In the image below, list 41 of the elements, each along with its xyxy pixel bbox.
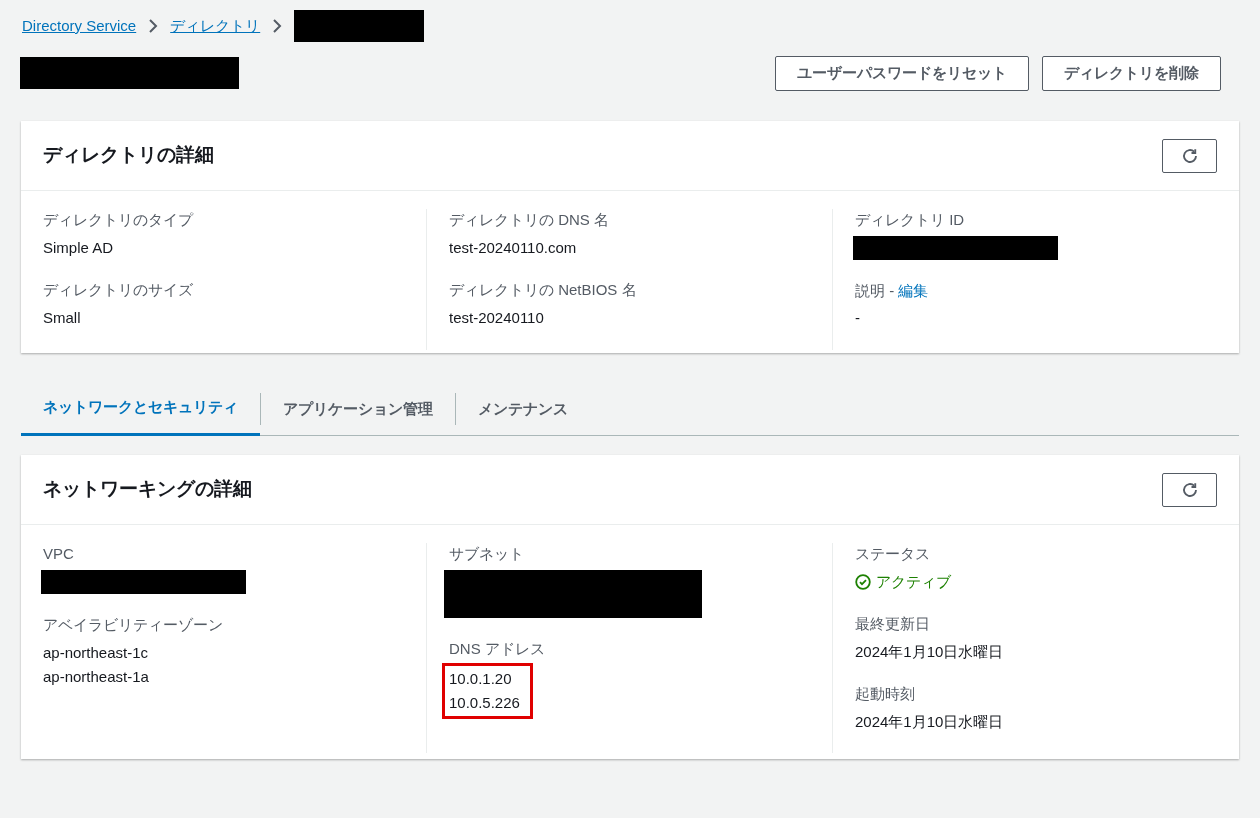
card-title: ディレクトリの詳細 <box>43 143 214 168</box>
breadcrumb-link[interactable]: Directory Service <box>22 14 137 38</box>
field-value: ap-northeast-1c <box>43 643 150 663</box>
field-label: ディレクトリ ID <box>855 210 965 230</box>
field-label: 起動時刻 <box>855 684 915 704</box>
tab[interactable]: ネットワークとセキュリティ <box>21 382 260 436</box>
chevron-right-icon <box>148 19 159 33</box>
field-value: - <box>855 308 861 328</box>
field-label: ディレクトリのサイズ <box>43 280 193 300</box>
refresh-button[interactable] <box>1162 138 1217 173</box>
tab[interactable]: アプリケーション管理 <box>261 382 455 436</box>
refresh-icon <box>1180 480 1199 499</box>
field-label: 最終更新日 <box>855 614 930 634</box>
field-value: test-20240110 <box>449 307 545 328</box>
field-value: 10.0.5.226 <box>449 693 520 713</box>
field-label: DNS アドレス <box>449 638 545 659</box>
field-label: ディレクトリのタイプ <box>43 210 193 230</box>
card-title: ネットワーキングの詳細 <box>43 477 252 502</box>
status-text: アクティブ <box>876 571 951 592</box>
field-value: Small <box>43 307 82 328</box>
tab[interactable]: メンテナンス <box>456 382 590 436</box>
field-label: 説明 - <box>855 280 895 301</box>
field-label: ステータス <box>855 544 930 564</box>
field-value: test-20240110.com <box>449 237 578 258</box>
field-label: ディレクトリの NetBIOS 名 <box>449 280 637 300</box>
field-label: ディレクトリの DNS 名 <box>449 210 609 230</box>
field-label: VPC <box>43 544 74 564</box>
field-value: 10.0.1.20 <box>449 669 513 689</box>
edit-link[interactable]: 編集 <box>898 279 929 302</box>
field-value: ap-northeast-1a <box>43 667 150 687</box>
refresh-button[interactable] <box>1162 472 1217 507</box>
field-value: 2024年1月10日水曜日 <box>855 711 1005 732</box>
refresh-icon <box>1180 146 1199 165</box>
action-button[interactable]: ディレクトリを削除 <box>1042 55 1221 91</box>
field-value: 2024年1月10日水曜日 <box>855 641 1005 662</box>
action-button[interactable]: ユーザーパスワードをリセット <box>775 55 1029 91</box>
chevron-right-icon <box>272 19 283 33</box>
field-value: Simple AD <box>43 237 115 258</box>
field-label: サブネット <box>449 544 524 564</box>
field-label: アベイラビリティーゾーン <box>43 614 223 635</box>
breadcrumb-link[interactable]: ディレクトリ <box>170 14 261 38</box>
